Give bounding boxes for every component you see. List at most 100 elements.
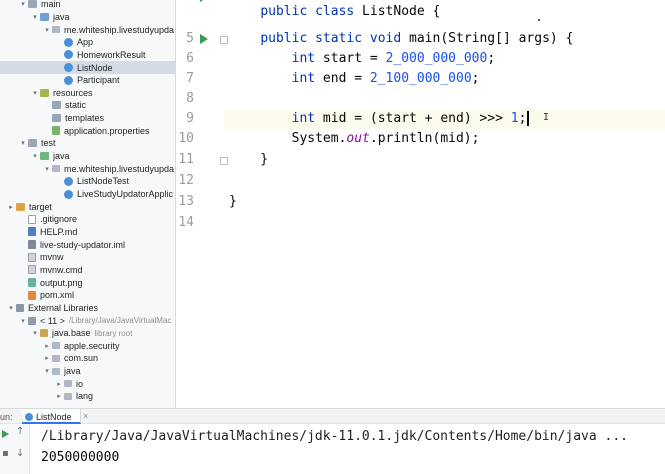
tree-item[interactable]: ▾ main (0, 0, 175, 11)
tree-item[interactable]: pom.xml (0, 289, 175, 302)
tree-item[interactable]: HELP.md (0, 226, 175, 239)
tree-item[interactable]: ▾ External Libraries (0, 302, 175, 315)
tree-item[interactable]: ▸ com.sun (0, 352, 175, 365)
chevron-right-icon[interactable]: ▸ (42, 354, 52, 362)
code-line-6[interactable]: int start = 2_000_000_000; (229, 51, 496, 66)
line-number: 7 (186, 71, 194, 86)
tree-item[interactable]: ListNode (0, 61, 175, 74)
tree-item-label: resources (53, 87, 93, 98)
file-icon (28, 214, 36, 224)
mvn-icon (28, 265, 36, 275)
tree-item[interactable]: ▾ < 11 >/Library/Java/JavaVirtualMac (0, 314, 175, 327)
code-line-5[interactable]: public static void main(String[] args) { (229, 31, 573, 46)
chevron-right-icon[interactable]: ▸ (42, 342, 52, 350)
tree-item[interactable]: LiveStudyUpdatorApplic (0, 188, 175, 201)
tree-item[interactable]: ▾ java (0, 11, 175, 24)
folder-target-icon (16, 202, 25, 211)
cls-icon (64, 63, 73, 73)
chevron-down-icon[interactable]: ▾ (30, 329, 40, 337)
tree-item[interactable]: ▾ java (0, 150, 175, 163)
tree-item[interactable]: ▾ java.base library root (0, 327, 175, 340)
tree-item[interactable]: ▾ java (0, 365, 175, 378)
tree-item[interactable]: ▾ me.whiteship.livestudyupda (0, 23, 175, 36)
code-line-10[interactable]: System.out.println(mid); (229, 131, 480, 146)
rerun-icon[interactable] (2, 430, 9, 438)
pkg-icon (52, 354, 60, 362)
tree-item-label: templates (65, 113, 105, 124)
code-line-11[interactable]: } (229, 152, 268, 167)
tree-item-label: io (76, 378, 84, 389)
tree-item[interactable]: application.properties (0, 125, 175, 138)
folder-icon (28, 139, 37, 148)
tree-item-label: output.png (40, 277, 83, 288)
chevron-right-icon[interactable]: ▸ (54, 380, 64, 388)
project-tree[interactable]: ▾ main ▾ java ▾ me.whiteship.livestudyupda App… (0, 0, 176, 408)
tree-item[interactable]: ▸ target (0, 200, 175, 213)
jdk-icon (40, 329, 48, 338)
run-tool-window-header: un: ListNode × (0, 408, 665, 424)
tree-item[interactable]: mvnw (0, 251, 175, 264)
chevron-down-icon[interactable]: ▾ (42, 26, 52, 34)
arrow-down-icon[interactable]: ↓ (16, 448, 24, 459)
run-label: un: (0, 412, 13, 422)
tree-item[interactable]: ▸ apple.security (0, 340, 175, 353)
line-number: 4 (176, 0, 194, 4)
chevron-down-icon[interactable]: ▾ (30, 152, 40, 160)
chevron-down-icon[interactable]: ▾ (30, 89, 40, 97)
run-main-gutter-icon[interactable] (200, 34, 208, 44)
cls-icon (64, 75, 73, 85)
run-console[interactable]: ↑ ▪ ↓ /Library/Java/JavaVirtualMachines/… (0, 424, 665, 474)
iml-icon (28, 240, 36, 250)
chevron-right-icon[interactable]: ▸ (54, 392, 64, 400)
tree-item-label: application.properties (64, 125, 150, 136)
tree-item[interactable]: Participant (0, 74, 175, 87)
tree-item[interactable]: ▸ io (0, 378, 175, 391)
tree-item[interactable]: ▾ test (0, 137, 175, 150)
chevron-down-icon[interactable]: ▾ (18, 317, 28, 325)
chevron-down-icon[interactable]: ▾ (18, 139, 28, 147)
code-line-7[interactable]: int end = 2_100_000_000; (229, 71, 480, 86)
run-gutter-icon[interactable] (200, 0, 208, 2)
tree-item[interactable]: static (0, 99, 175, 112)
tree-item[interactable]: HomeworkResult (0, 49, 175, 62)
chevron-down-icon[interactable]: ▾ (30, 13, 40, 21)
tree-item[interactable]: .gitignore (0, 213, 175, 226)
wrench-icon[interactable]: ▪ (2, 448, 9, 459)
tree-item-label: java (53, 151, 70, 162)
fold-marker-icon[interactable] (220, 36, 228, 44)
tree-item-label: mvnw (40, 252, 64, 263)
arrow-up-icon[interactable]: ↑ (16, 426, 24, 437)
chevron-right-icon[interactable]: ▸ (6, 203, 16, 211)
lib-icon (28, 316, 36, 325)
tree-item-label: live-study-updator.iml (40, 239, 126, 250)
tree-item[interactable]: templates (0, 112, 175, 125)
tree-item[interactable]: output.png (0, 276, 175, 289)
fold-marker-icon[interactable] (220, 157, 228, 165)
chevron-down-icon[interactable]: ▾ (6, 304, 16, 312)
class-icon (25, 413, 33, 421)
chevron-down-icon[interactable]: ▾ (18, 0, 28, 8)
code-line-13[interactable]: } (229, 194, 237, 209)
tree-item[interactable]: live-study-updator.iml (0, 238, 175, 251)
code-editor[interactable]: 4 public class ListNode { 5 public stati… (176, 0, 665, 408)
tree-item[interactable]: ListNodeTest (0, 175, 175, 188)
line-number: 9 (186, 111, 194, 126)
tree-item[interactable]: App (0, 36, 175, 49)
tree-item-label: java (64, 366, 81, 377)
tree-item[interactable]: ▸ lang (0, 390, 175, 403)
tree-item[interactable]: ▾ resources (0, 87, 175, 100)
folder-test-icon (40, 152, 49, 161)
tree-item-label: mvnw.cmd (40, 264, 83, 275)
code-line-9[interactable]: int mid = (start + end) >>> 1; (229, 111, 529, 126)
chevron-down-icon[interactable]: ▾ (42, 165, 52, 173)
cls-icon (64, 189, 73, 199)
line-number: 10 (178, 131, 194, 146)
run-tab-listnode[interactable]: ListNode (22, 409, 81, 424)
tree-item[interactable]: ▾ me.whiteship.livestudyupda (0, 162, 175, 175)
close-icon[interactable]: × (83, 411, 88, 421)
folder-res-icon (40, 88, 49, 97)
chevron-down-icon[interactable]: ▾ (42, 367, 52, 375)
tree-item[interactable]: mvnw.cmd (0, 264, 175, 277)
code-line-4[interactable]: public class ListNode { (229, 0, 440, 34)
tree-item-label: test (41, 138, 56, 149)
